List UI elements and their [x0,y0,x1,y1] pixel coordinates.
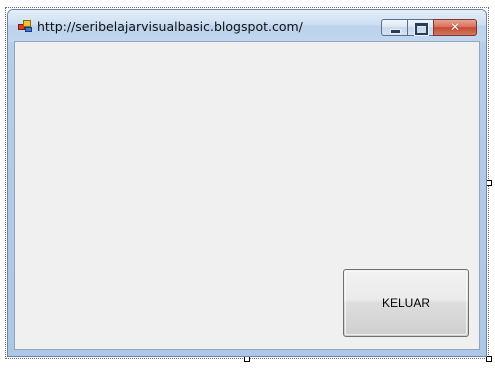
maximize-button[interactable] [407,19,433,36]
minimize-button[interactable] [381,19,407,36]
form-window: http://seribelajarvisualbasic.blogspot.c… [7,9,487,357]
title-bar[interactable]: http://seribelajarvisualbasic.blogspot.c… [8,10,486,42]
form-client-area: KELUAR [14,41,480,350]
designer-surface: http://seribelajarvisualbasic.blogspot.c… [0,0,495,370]
close-button[interactable]: ✕ [433,19,477,36]
close-icon: ✕ [449,20,461,34]
keluar-button[interactable]: KELUAR [343,269,469,337]
app-form-icon [18,20,32,32]
caption-buttons: ✕ [381,19,477,37]
minimize-icon [390,29,401,34]
maximize-icon [414,22,429,36]
window-title: http://seribelajarvisualbasic.blogspot.c… [37,19,303,34]
